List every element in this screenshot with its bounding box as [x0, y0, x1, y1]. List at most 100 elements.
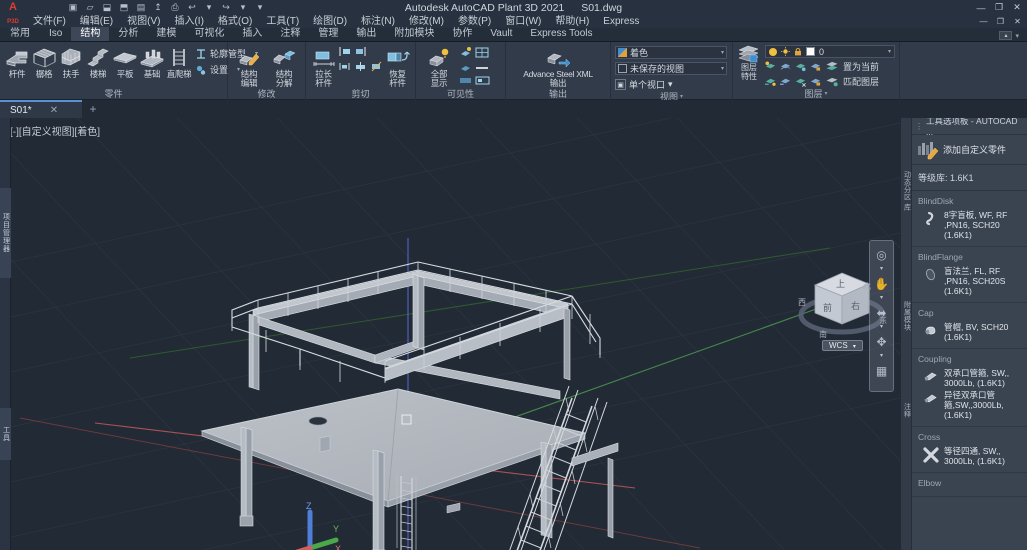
trim-end-icon[interactable] [354, 45, 367, 58]
palette-item[interactable]: 等径四通, SW,, 3000Lb, (1.6K1) [912, 445, 1027, 467]
tool-palette-item-list[interactable]: BlindDisk 8字盲板, WF, RF ,PN16, SCH20 (1.6K… [912, 191, 1027, 550]
layer-lock-tool-icon[interactable] [810, 61, 821, 72]
visual-style-combo[interactable]: 着色 ▾ [615, 46, 727, 59]
ribbon-tab-5[interactable]: 可视化 [185, 27, 233, 41]
new-icon[interactable]: ▣ [66, 1, 80, 14]
side-tab-common[interactable]: 附属模块 [901, 268, 912, 364]
left-palette-tools[interactable]: 工具 [0, 408, 11, 460]
ribbon-tab-0[interactable]: 常用 [0, 27, 40, 41]
add-custom-part-row[interactable]: 添加自定义零件 [912, 135, 1027, 165]
set-current-layer-label[interactable]: 置为当前 [843, 60, 879, 73]
ribbon-tab-3[interactable]: 分析 [109, 27, 147, 41]
plot-preview-icon[interactable]: ▤ [134, 1, 148, 14]
ribbon-tab-12[interactable]: Vault [481, 27, 521, 41]
viewport-caret-icon[interactable]: ▾ [668, 79, 673, 90]
stretch-member-button[interactable]: 拉长 杆件 [310, 44, 337, 88]
maximize-button[interactable]: ❐ [991, 1, 1007, 15]
doc-maximize-button[interactable]: ❐ [993, 16, 1008, 28]
layer-color-swatch[interactable] [806, 47, 815, 56]
close-button[interactable]: ✕ [1009, 1, 1025, 15]
drawing-canvas[interactable]: [-][自定义视图][着色] Z Y X 上 前 右 西 东 南 北 WCS ▾… [0, 118, 1027, 550]
wire-icon[interactable] [475, 46, 490, 59]
showmotion-icon[interactable]: ▦ [872, 361, 891, 380]
current-layer-combo[interactable]: 0 ▾ [765, 45, 895, 58]
wcs-dropdown[interactable]: WCS ▾ [822, 340, 863, 351]
viewport-config-button[interactable]: ▣ 单个视口 ▾ [615, 78, 673, 91]
layer-freeze-icon[interactable] [795, 61, 806, 72]
palette-item[interactable]: 盲法兰, FL, RF ,PN16, SCH20S (1.6K1) [912, 265, 1027, 297]
layer-unlock-icon[interactable] [810, 76, 821, 87]
part-button-beam[interactable]: 杆件 [4, 44, 30, 79]
open-icon[interactable]: ▱ [83, 1, 97, 14]
layer-make-current-icon[interactable] [825, 61, 839, 72]
restore-member-button[interactable]: 恢复 杆件 [384, 44, 411, 88]
palette-item[interactable]: 异径双承口管箍,SW,,3000Lb, (1.6K1) [912, 389, 1027, 421]
named-view-combo[interactable]: 未保存的视图 ▾ [615, 62, 727, 75]
pan-icon[interactable]: ✋ [872, 274, 891, 293]
shade-icon[interactable] [459, 76, 472, 85]
ribbon-tab-1[interactable]: Iso [40, 27, 71, 41]
column-stair-support[interactable] [607, 457, 614, 539]
tool-palette-title-bar[interactable]: ⋮ 工具选项板 - AUTOCAD ... [912, 118, 1027, 137]
print-icon[interactable]: ⎙ [168, 1, 182, 14]
menu-item-12[interactable]: Express [596, 15, 646, 28]
layer-off-icon[interactable] [795, 76, 806, 87]
doc-minimize-button[interactable]: — [976, 16, 991, 28]
palette-item[interactable]: 双承口管箍, SW,, 3000Lb, (1.6K1) [912, 367, 1027, 389]
nav-separator-caret-icon[interactable]: ▾ [880, 353, 883, 359]
zoom-extents-icon[interactable]: ⬌ [872, 303, 891, 322]
layer-properties-button[interactable]: 图层 特性 [737, 44, 761, 81]
advance-steel-xml-export-button[interactable]: Advance Steel XML 输出 [515, 44, 601, 88]
part-button-handrail[interactable]: 扶手 [58, 44, 84, 79]
left-palette-project-manager[interactable]: 项目管理器 [0, 188, 11, 278]
navigation-bar[interactable]: ◎ ▾ ✋ ▾ ⬌ ▾ ✥ ▾ ▦ [869, 240, 894, 392]
undo-dropdown-icon[interactable]: ▾ [202, 1, 216, 14]
ribbon-tab-8[interactable]: 管理 [309, 27, 347, 41]
undo-icon[interactable]: ↩ [185, 1, 199, 14]
side-tab-annotation[interactable]: 注释 [901, 380, 912, 440]
ribbon-minimize-button[interactable]: ▴ [999, 31, 1013, 40]
show-all-button[interactable]: 全部 显示 [420, 44, 458, 88]
hide-icon[interactable] [459, 61, 472, 74]
ribbon-tab-9[interactable]: 输出 [347, 27, 385, 41]
nav-separator-caret-icon[interactable]: ▾ [880, 266, 883, 272]
save-as-icon[interactable]: ⬒ [117, 1, 131, 14]
ribbon-minimize-caret-icon[interactable]: ▾ [1015, 32, 1019, 40]
part-button-footing[interactable]: 基础 [139, 44, 165, 79]
trim-both-icon[interactable] [338, 60, 351, 73]
column-mid[interactable] [377, 450, 385, 550]
match-layer-label[interactable]: 匹配图层 [843, 75, 879, 88]
upper-column-right[interactable] [563, 307, 571, 381]
ribbon-tab-6[interactable]: 插入 [233, 27, 271, 41]
layer-on-icon[interactable] [769, 47, 777, 56]
part-button-plate[interactable]: 平板 [112, 44, 138, 79]
trim-cut-icon[interactable] [370, 60, 383, 73]
viewport-label[interactable]: [-][自定义视图][着色] [10, 123, 100, 138]
doc-close-button[interactable]: ✕ [1010, 16, 1025, 28]
nav-separator-caret-icon[interactable]: ▾ [880, 324, 883, 330]
minimize-button[interactable]: — [973, 1, 989, 15]
wcs-caret-icon[interactable]: ▾ [853, 344, 856, 350]
part-button-stair[interactable]: 楼梯 [85, 44, 111, 79]
nav-separator-caret-icon[interactable]: ▾ [880, 295, 883, 301]
orbit-icon[interactable]: ✥ [872, 332, 891, 351]
palette-grip-icon[interactable]: ⋮ [915, 122, 923, 131]
palette-item[interactable]: 8字盲板, WF, RF ,PN16, SCH20 (1.6K1) [912, 209, 1027, 241]
publish-icon[interactable]: ↥ [151, 1, 165, 14]
side-tab-plant3d[interactable]: 动态分区 库 [901, 132, 912, 250]
palette-item[interactable]: 管帽, BV, SCH20 (1.6K1) [912, 321, 1027, 343]
layer-on-all-icon[interactable] [765, 76, 776, 87]
layer-panel-caret-icon[interactable]: ▾ [825, 88, 828, 100]
steering-wheel-icon[interactable]: ◎ [872, 245, 891, 264]
trim-middle-icon[interactable] [354, 60, 367, 73]
layer-unisolate-icon[interactable] [780, 61, 791, 72]
column-left-front[interactable] [245, 427, 253, 525]
viewcube-compass-south[interactable]: 南 [819, 329, 827, 339]
document-tab-s01[interactable]: S01* ✕ [0, 100, 82, 118]
ribbon-tab-4[interactable]: 建模 [147, 27, 185, 41]
upper-column-center[interactable] [417, 275, 425, 351]
current-layer-caret-icon[interactable]: ▾ [888, 48, 891, 55]
named-view-caret-icon[interactable]: ▾ [721, 65, 724, 72]
layer-lock-icon[interactable] [794, 47, 802, 56]
layer-match-icon[interactable] [825, 76, 839, 87]
